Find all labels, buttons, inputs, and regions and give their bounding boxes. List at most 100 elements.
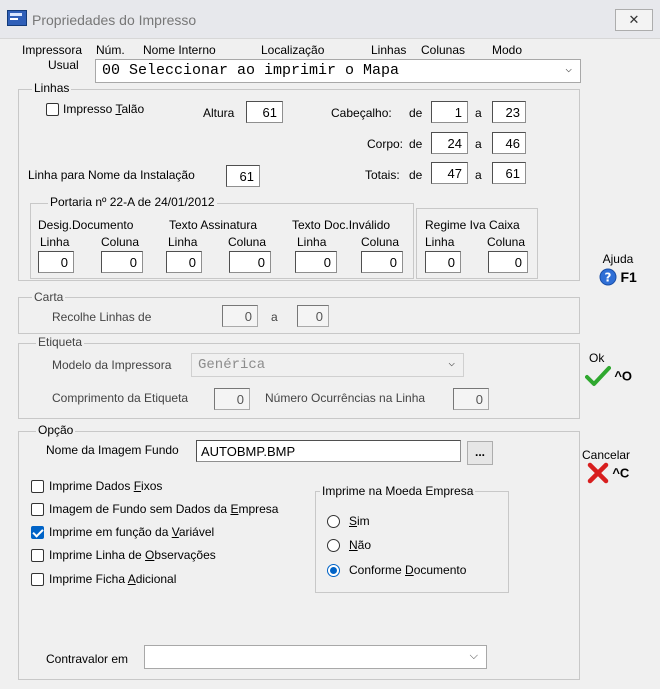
assin-coluna-label: Coluna xyxy=(228,235,267,249)
corpo-a-label: a xyxy=(475,137,482,151)
dados-fixos-checkbox[interactable] xyxy=(31,480,44,493)
altura-label: Altura xyxy=(203,106,235,120)
moeda-sim-label: Sim xyxy=(349,514,370,528)
corpo-label: Corpo: xyxy=(367,137,404,151)
col-nome-label: Nome Interno xyxy=(143,43,216,57)
impresso-talao-checkbox[interactable] xyxy=(46,103,59,116)
desig-coluna-label: Coluna xyxy=(101,235,140,249)
desig-linha-label: Linha xyxy=(40,235,70,249)
funcao-variavel-checkbox[interactable] xyxy=(31,526,44,539)
ajuda-button[interactable]: Ajuda ? F1 xyxy=(588,252,648,286)
cancel-label: Cancelar xyxy=(582,448,631,462)
texto-invalido-label: Texto Doc.Inválido xyxy=(292,218,391,232)
ok-button[interactable]: Ok ^O xyxy=(585,351,645,387)
imagem-fundo-field[interactable]: AUTOBMP.BMP xyxy=(196,440,461,462)
moeda-conforme-label: Conforme Documento xyxy=(349,563,467,577)
texto-assinatura-label: Texto Assinatura xyxy=(169,218,258,232)
col-usual-label: Usual xyxy=(48,58,79,72)
impresso-talao-label: Impresso Talão xyxy=(63,102,145,116)
opcao-legend: Opção xyxy=(36,423,76,437)
col-modo-label: Modo xyxy=(492,43,523,57)
inval-linha-field[interactable]: 0 xyxy=(295,251,337,273)
regime-coluna-field[interactable]: 0 xyxy=(488,251,528,273)
chevron-down-icon: ⌵ xyxy=(469,650,478,662)
contravalor-select[interactable]: ⌵ xyxy=(144,645,487,669)
ficha-adicional-checkbox[interactable] xyxy=(31,573,44,586)
cabecalho-de-field[interactable]: 1 xyxy=(431,101,468,123)
ocorrencias-label: Número Ocurrências na Linha xyxy=(265,391,426,405)
assin-linha-label: Linha xyxy=(168,235,198,249)
corpo-de-field[interactable]: 24 xyxy=(431,132,468,154)
totais-de-label: de xyxy=(409,168,423,182)
printer-select-value: 00 Seleccionar ao imprimir o Mapa xyxy=(102,62,400,79)
recolhe-linhas-label: Recolhe Linhas de xyxy=(52,310,152,324)
close-button[interactable]: ✕ xyxy=(615,9,653,31)
recolhe-de-field[interactable]: 0 xyxy=(222,305,258,327)
desig-coluna-field[interactable]: 0 xyxy=(101,251,143,273)
corpo-a-field[interactable]: 46 xyxy=(492,132,526,154)
linha-nome-label: Linha para Nome da Instalação xyxy=(28,168,195,182)
title-bar: Propriedades do Impresso ✕ xyxy=(0,0,660,39)
x-icon xyxy=(587,462,609,484)
imagem-sem-dados-label: Imagem de Fundo sem Dados da Empresa xyxy=(49,502,279,516)
comprimento-field[interactable]: 0 xyxy=(214,388,250,410)
regime-linha-label: Linha xyxy=(425,235,455,249)
ok-key: ^O xyxy=(614,368,633,384)
regime-coluna-label: Coluna xyxy=(487,235,526,249)
cancel-button[interactable]: Cancelar ^C xyxy=(582,448,648,484)
modelo-impressora-label: Modelo da Impressora xyxy=(52,358,172,372)
imagem-sem-dados-checkbox[interactable] xyxy=(31,503,44,516)
totais-a-field[interactable]: 61 xyxy=(492,162,526,184)
printer-select[interactable]: 00 Seleccionar ao imprimir o Mapa ⌵ xyxy=(95,59,581,83)
corpo-de-label: de xyxy=(409,137,423,151)
recolhe-a-label: a xyxy=(271,310,278,324)
chevron-down-icon: ⌵ xyxy=(448,358,455,370)
checkmark-icon xyxy=(585,366,611,386)
browse-button[interactable]: ... xyxy=(467,441,493,465)
moeda-sim-radio[interactable] xyxy=(327,515,340,528)
modelo-impressora-value: Genérica xyxy=(198,357,266,373)
linhas-legend: Linhas xyxy=(32,81,72,95)
funcao-variavel-label: Imprime em função da Variável xyxy=(49,525,215,539)
cabecalho-a-label: a xyxy=(475,106,482,120)
inval-linha-label: Linha xyxy=(297,235,327,249)
totais-de-field[interactable]: 47 xyxy=(431,162,468,184)
col-linhas-label: Linhas xyxy=(371,43,407,57)
assin-linha-field[interactable]: 0 xyxy=(166,251,202,273)
portaria-legend: Portaria nº 22-A de 24/01/2012 xyxy=(48,195,217,209)
contravalor-label: Contravalor em xyxy=(46,652,129,666)
inval-coluna-field[interactable]: 0 xyxy=(361,251,403,273)
comprimento-label: Comprimento da Etiqueta xyxy=(52,391,189,405)
desig-linha-field[interactable]: 0 xyxy=(38,251,74,273)
ajuda-label: Ajuda xyxy=(602,252,634,266)
window-title: Propriedades do Impresso xyxy=(32,12,197,28)
altura-field[interactable]: 61 xyxy=(246,101,283,123)
regime-linha-field[interactable]: 0 xyxy=(425,251,461,273)
moeda-conforme-radio[interactable] xyxy=(327,564,340,577)
ok-label: Ok xyxy=(589,351,605,365)
portaria-group xyxy=(30,203,414,279)
col-num-label: Núm. xyxy=(96,43,125,57)
totais-a-label: a xyxy=(475,168,482,182)
ficha-adicional-label: Imprime Ficha Adicional xyxy=(49,572,177,586)
cabecalho-a-field[interactable]: 23 xyxy=(492,101,526,123)
col-localizacao-label: Localização xyxy=(261,43,325,57)
totais-label: Totais: xyxy=(365,168,400,182)
help-icon: ? xyxy=(599,268,617,286)
linha-nome-field[interactable]: 61 xyxy=(226,165,260,187)
dados-fixos-label: Imprime Dados Fixos xyxy=(49,479,163,493)
moeda-group xyxy=(315,491,509,593)
imagem-fundo-label: Nome da Imagem Fundo xyxy=(46,443,179,457)
ajuda-key: F1 xyxy=(620,269,637,285)
recolhe-a-field[interactable]: 0 xyxy=(297,305,329,327)
moeda-nao-radio[interactable] xyxy=(327,539,340,552)
col-colunas-label: Colunas xyxy=(421,43,466,57)
assin-coluna-field[interactable]: 0 xyxy=(229,251,271,273)
inval-coluna-label: Coluna xyxy=(361,235,400,249)
moeda-legend: Imprime na Moeda Empresa xyxy=(320,484,476,498)
linha-observacoes-label: Imprime Linha de Observações xyxy=(49,548,216,562)
cabecalho-de-label: de xyxy=(409,106,423,120)
ocorrencias-field[interactable]: 0 xyxy=(453,388,489,410)
modelo-impressora-select[interactable]: Genérica ⌵ xyxy=(191,353,464,377)
linha-observacoes-checkbox[interactable] xyxy=(31,549,44,562)
